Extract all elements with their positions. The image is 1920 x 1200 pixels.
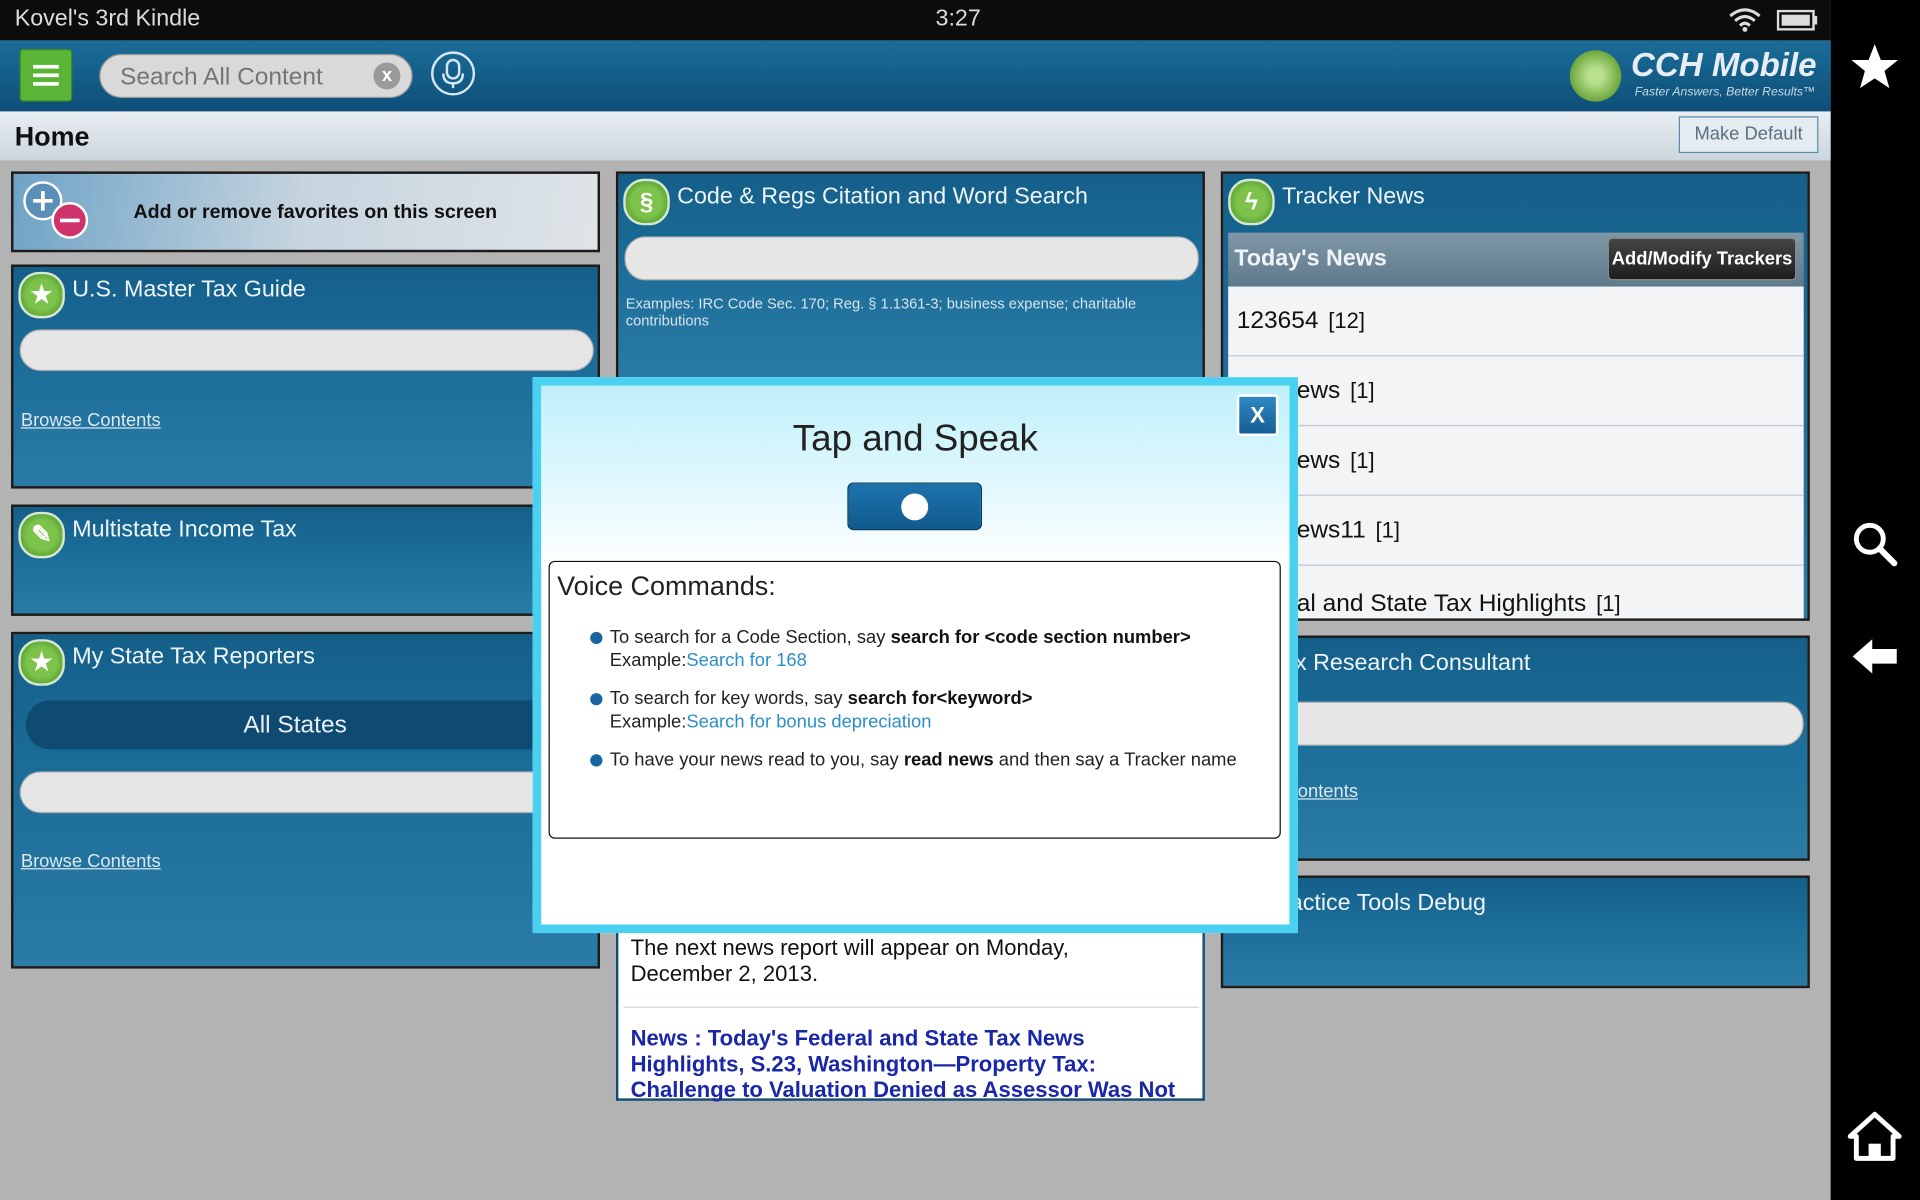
tap-and-speak-dialog: Tap and Speak X Voice Commands: To searc…	[532, 377, 1298, 934]
state-reporters-search-input[interactable]	[19, 771, 594, 814]
microphone-button[interactable]	[431, 51, 476, 96]
speak-toggle-button[interactable]	[847, 482, 983, 531]
example-link[interactable]: Search for bonus depreciation	[686, 711, 931, 732]
search-box[interactable]: x	[99, 53, 413, 98]
widget-title: Tracker News	[1282, 183, 1425, 210]
widget-code-regs-search: § Code & Regs Citation and Word Search E…	[615, 171, 1205, 386]
app-header: x CCH Mobile Faster Answers, Better Resu…	[0, 40, 1831, 112]
bullet-icon	[590, 754, 603, 767]
lightning-icon: ϟ	[1228, 178, 1275, 226]
wifi-icon	[1729, 8, 1761, 32]
toggle-knob	[901, 493, 929, 521]
browse-contents-link[interactable]: Browse Contents	[21, 410, 161, 431]
bullet-icon	[590, 693, 603, 706]
page-title: Home	[14, 121, 90, 152]
news-panel: The next news report will appear on Mond…	[615, 918, 1205, 1103]
favorites-prompt: Add or remove favorites on this screen	[133, 202, 498, 223]
command-item: To have your news read to you, say read …	[609, 749, 1237, 771]
battery-icon	[1776, 9, 1818, 31]
clock: 3:27	[935, 6, 981, 32]
menu-icon	[33, 64, 59, 69]
bullet-icon	[590, 631, 603, 645]
tracker-row[interactable]: ews [1]	[1228, 426, 1804, 496]
widget-master-tax-guide: ★ U.S. Master Tax Guide Browse Contents	[11, 264, 601, 489]
tax-research-search-input[interactable]	[1229, 701, 1804, 746]
section-icon: §	[623, 178, 670, 226]
close-button[interactable]: X	[1236, 394, 1279, 436]
widget-title: U.S. Master Tax Guide	[72, 276, 306, 303]
divider	[623, 1006, 1199, 1008]
dialog-header: Tap and Speak X	[541, 385, 1290, 570]
widget-state-tax-reporters: ★ My State Tax Reporters All States Brow…	[11, 631, 601, 969]
master-tax-guide-search-input[interactable]	[19, 329, 594, 372]
voice-commands-heading: Voice Commands:	[557, 570, 776, 602]
widget-tax-research-consultant: ax Research Consultant Contents	[1220, 635, 1810, 861]
widget-title: ractice Tools Debug	[1282, 890, 1486, 916]
add-modify-trackers-button[interactable]: Add/Modify Trackers	[1607, 237, 1797, 281]
dialog-title: Tap and Speak	[792, 418, 1038, 460]
widget-tracker-news: ϟ Tracker News Today's News Add/Modify T…	[1220, 171, 1810, 621]
home-bar: Home Make Default	[0, 111, 1831, 161]
logo-tagline: Faster Answers, Better Results™	[1634, 85, 1816, 100]
microphone-icon	[442, 58, 465, 89]
section-label: Today's News	[1234, 246, 1387, 272]
todays-news-header: Today's News Add/Modify Trackers	[1228, 232, 1804, 287]
search-icon[interactable]	[1845, 514, 1904, 573]
next-report-text: The next news report will appear on Mond…	[630, 935, 1069, 986]
widget-title: Code & Regs Citation and Word Search	[677, 183, 1088, 210]
widget-title: Multistate Income Tax	[72, 516, 297, 543]
browse-contents-link[interactable]: Browse Contents	[21, 851, 161, 872]
home-icon[interactable]	[1845, 1107, 1904, 1166]
command-item: To search for key words, say search for<…	[609, 688, 1033, 733]
clear-icon[interactable]: x	[373, 62, 401, 90]
device-name: Kovel's 3rd Kindle	[14, 6, 201, 32]
state-selector[interactable]: All States	[25, 700, 565, 750]
star-badge-icon: ★	[18, 639, 65, 686]
status-bar: Kovel's 3rd Kindle 3:27	[0, 0, 1831, 41]
make-default-button[interactable]: Make Default	[1678, 116, 1819, 154]
widget-title: ax Research Consultant	[1282, 650, 1531, 676]
tracker-row[interactable]: 123654 [12]	[1228, 286, 1804, 357]
code-regs-search-input[interactable]	[624, 236, 1199, 281]
tracker-row[interactable]: ews [1]	[1228, 356, 1804, 427]
tracker-row[interactable]: ews11 [1]	[1228, 495, 1804, 566]
search-input[interactable]	[117, 61, 368, 94]
favorites-edit-banner[interactable]: Add or remove favorites on this screen	[11, 171, 601, 253]
logo-title: CCH Mobile	[1631, 46, 1817, 84]
tracker-row[interactable]: al and State Tax Highlights [1]	[1228, 565, 1804, 619]
back-icon[interactable]	[1845, 627, 1904, 686]
search-examples: Examples: IRC Code Sec. 170; Reg. § 1.13…	[625, 295, 1137, 330]
wrench-icon: ✎	[18, 511, 65, 559]
widget-title: My State Tax Reporters	[72, 644, 315, 670]
menu-button[interactable]	[19, 48, 73, 102]
command-item: To search for a Code Section, say search…	[609, 626, 1191, 672]
widget-multistate-income-tax: ✎ Multistate Income Tax	[11, 504, 601, 616]
system-nav-bar	[1830, 0, 1920, 1200]
voice-commands-box: Voice Commands: To search for a Code Sec…	[548, 560, 1281, 839]
widget-practice-tools-debug: ractice Tools Debug	[1220, 875, 1810, 989]
example-link[interactable]: Search for 168	[686, 650, 806, 671]
favorites-edit-icon	[23, 181, 89, 239]
cch-logo-icon	[1569, 50, 1622, 102]
star-badge-icon: ★	[18, 271, 65, 319]
star-icon[interactable]	[1845, 37, 1904, 96]
news-headline-link[interactable]: News : Today's Federal and State Tax New…	[631, 1026, 1182, 1103]
